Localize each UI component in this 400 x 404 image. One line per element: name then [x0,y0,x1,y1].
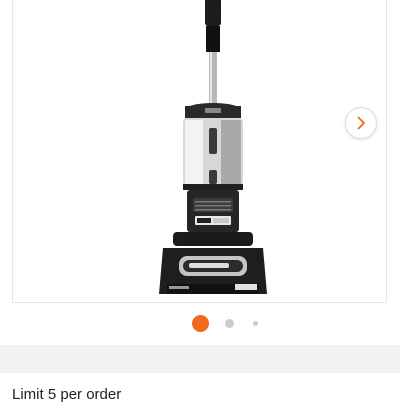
section-divider [0,345,400,373]
pagination-dot-active[interactable] [192,315,209,332]
pagination-dot[interactable] [225,319,234,328]
product-image[interactable] [143,0,283,298]
pagination-dot[interactable] [253,321,258,326]
gallery-pagination [0,314,400,334]
product-image-frame[interactable] [12,0,387,303]
next-image-button[interactable] [345,107,377,139]
product-image-gallery [0,0,400,345]
chevron-right-icon [357,116,365,130]
purchase-limit-text: Limit 5 per order [12,386,122,403]
